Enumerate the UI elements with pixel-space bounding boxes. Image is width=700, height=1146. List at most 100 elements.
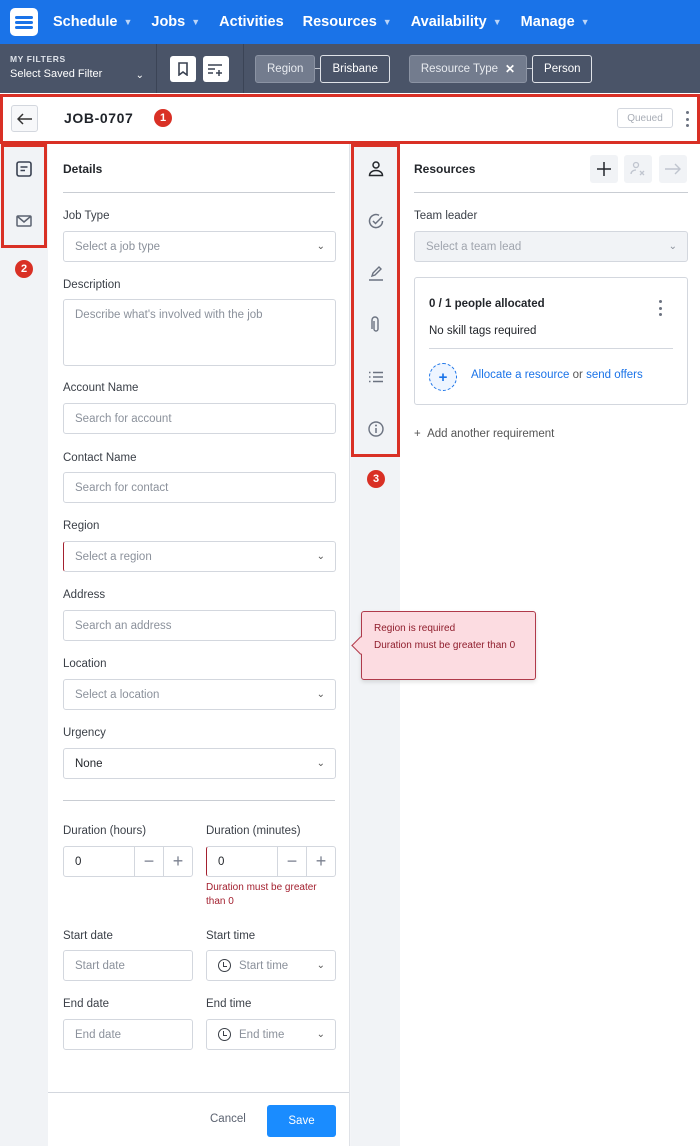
urgency-label: Urgency	[63, 727, 106, 739]
team-leader-label: Team leader	[414, 210, 478, 222]
placeholder: Select a team lead	[426, 240, 522, 253]
back-button[interactable]	[11, 105, 38, 132]
filter-chip-region[interactable]: Region Brisbane	[255, 54, 390, 83]
app-logo[interactable]	[10, 8, 38, 36]
nav-label: Manage	[520, 14, 575, 30]
rail-info-button[interactable]	[351, 420, 400, 438]
filter-chip-key[interactable]: Region	[255, 54, 316, 83]
increment-button[interactable]: +	[306, 847, 335, 876]
team-leader-select[interactable]: Select a team lead ⌄	[414, 231, 688, 262]
urgency-select[interactable]: None ⌄	[63, 748, 336, 779]
rail-resources-button[interactable]	[351, 160, 400, 178]
or-text: or	[569, 369, 587, 381]
end-date-input[interactable]: End date	[63, 1019, 193, 1050]
clock-icon	[218, 1028, 231, 1041]
location-label: Location	[63, 658, 107, 670]
more-options-icon[interactable]	[684, 109, 690, 129]
status-badge: Queued	[617, 108, 673, 128]
details-title: Details	[63, 162, 103, 176]
filter-chip-key[interactable]: Resource Type ✕	[408, 54, 528, 83]
filter-chip-resource-type[interactable]: Resource Type ✕ Person	[408, 54, 593, 83]
rail-messages-button[interactable]	[0, 213, 48, 229]
rail-signature-button[interactable]	[351, 264, 400, 282]
add-requirement-button[interactable]: + Add another requirement	[414, 428, 554, 440]
nav-manage[interactable]: Manage ▼	[521, 14, 590, 30]
start-time-select[interactable]: Start time ⌄	[206, 950, 336, 981]
chevron-down-icon: ⌄	[316, 960, 325, 971]
filter-chip-value[interactable]: Brisbane	[320, 54, 390, 83]
end-time-select[interactable]: End time ⌄	[206, 1019, 336, 1050]
address-label: Address	[63, 589, 106, 601]
clock-icon	[218, 959, 231, 972]
add-resource-button[interactable]	[590, 155, 618, 183]
my-filters-label: MY FILTERS	[10, 54, 66, 64]
nav-activities[interactable]: Activities	[219, 14, 283, 30]
duration-hours-stepper[interactable]: 0 − +	[63, 846, 193, 877]
end-date-label: End date	[63, 998, 110, 1010]
saved-filter-select[interactable]: MY FILTERS Select Saved Filter ⌄	[0, 44, 157, 93]
job-type-select[interactable]: Select a job type ⌄	[63, 231, 336, 262]
add-filter-button[interactable]	[203, 55, 229, 82]
divider	[414, 192, 688, 193]
nav-availability[interactable]: Availability ▼	[411, 14, 502, 30]
allocate-plus-button[interactable]: +	[429, 363, 457, 391]
nav-label: Jobs	[151, 14, 186, 30]
annotation-badge-3: 3	[367, 470, 385, 488]
nav-jobs[interactable]: Jobs ▼	[151, 14, 200, 30]
increment-button[interactable]: +	[163, 847, 192, 876]
duration-hours-input[interactable]: 0	[64, 847, 134, 876]
end-time-label: End time	[206, 998, 252, 1010]
filter-chip-value[interactable]: Person	[532, 54, 593, 83]
forward-button[interactable]	[659, 155, 687, 183]
region-select[interactable]: Select a region ⌄	[63, 541, 336, 572]
filter-bar: MY FILTERS Select Saved Filter ⌄ Region …	[0, 44, 700, 93]
decrement-button[interactable]: −	[277, 847, 306, 876]
annotation-badge-2: 2	[15, 260, 33, 278]
placeholder: Select a location	[75, 688, 160, 701]
top-nav: Schedule ▼ Jobs ▼ Activities Resources ▼ Av…	[0, 0, 700, 44]
location-select[interactable]: Select a location ⌄	[63, 679, 336, 710]
bookmark-filter-button[interactable]	[170, 55, 196, 82]
job-header: JOB-0707	[0, 93, 700, 143]
nav-schedule[interactable]: Schedule ▼	[53, 14, 132, 30]
send-offers-link[interactable]: send offers	[586, 369, 643, 381]
check-circle-icon	[368, 213, 383, 229]
allocate-resource-link[interactable]: Allocate a resource	[471, 369, 569, 381]
rail-attachments-button[interactable]	[351, 316, 400, 334]
duration-minutes-input[interactable]: 0	[207, 847, 277, 876]
chip-value-label: Person	[544, 62, 581, 75]
divider	[63, 800, 335, 801]
decrement-button[interactable]: −	[134, 847, 163, 876]
plus-icon: +	[414, 428, 428, 440]
left-rail	[0, 144, 48, 1146]
unassign-resource-button[interactable]	[624, 155, 652, 183]
chip-key-label: Resource Type	[420, 62, 498, 75]
caret-down-icon: ▼	[580, 17, 590, 27]
save-button[interactable]: Save	[267, 1105, 336, 1137]
rail-checklist-button[interactable]	[351, 212, 400, 230]
chevron-down-icon: ⌄	[316, 241, 325, 252]
requirement-menu-icon[interactable]	[657, 298, 663, 318]
chevron-down-icon: ⌄	[316, 758, 325, 769]
add-requirement-label: Add another requirement	[427, 428, 555, 440]
chevron-down-icon: ⌄	[668, 241, 677, 252]
address-search-input[interactable]: Search an address	[63, 610, 336, 641]
start-date-input[interactable]: Start date	[63, 950, 193, 981]
rail-list-button[interactable]	[351, 368, 400, 386]
nav-resources[interactable]: Resources ▼	[303, 14, 392, 30]
rail-details-button[interactable]	[0, 160, 48, 178]
nav-label: Schedule	[53, 14, 118, 30]
placeholder: Search for account	[75, 412, 172, 425]
duration-hours-label: Duration (hours)	[63, 825, 147, 837]
contact-search-input[interactable]: Search for contact	[63, 472, 336, 503]
description-textarea[interactable]: Describe what's involved with the job	[63, 299, 336, 366]
duration-minutes-stepper[interactable]: 0 − +	[206, 846, 336, 877]
placeholder: End date	[75, 1028, 122, 1041]
contact-name-label: Contact Name	[63, 452, 137, 464]
divider	[63, 192, 335, 193]
caret-down-icon: ▼	[191, 17, 201, 27]
cancel-button[interactable]: Cancel	[210, 1113, 246, 1125]
remove-chip-icon[interactable]: ✕	[505, 62, 515, 76]
validation-tooltip: Region is required Duration must be grea…	[361, 611, 536, 680]
account-search-input[interactable]: Search for account	[63, 403, 336, 434]
